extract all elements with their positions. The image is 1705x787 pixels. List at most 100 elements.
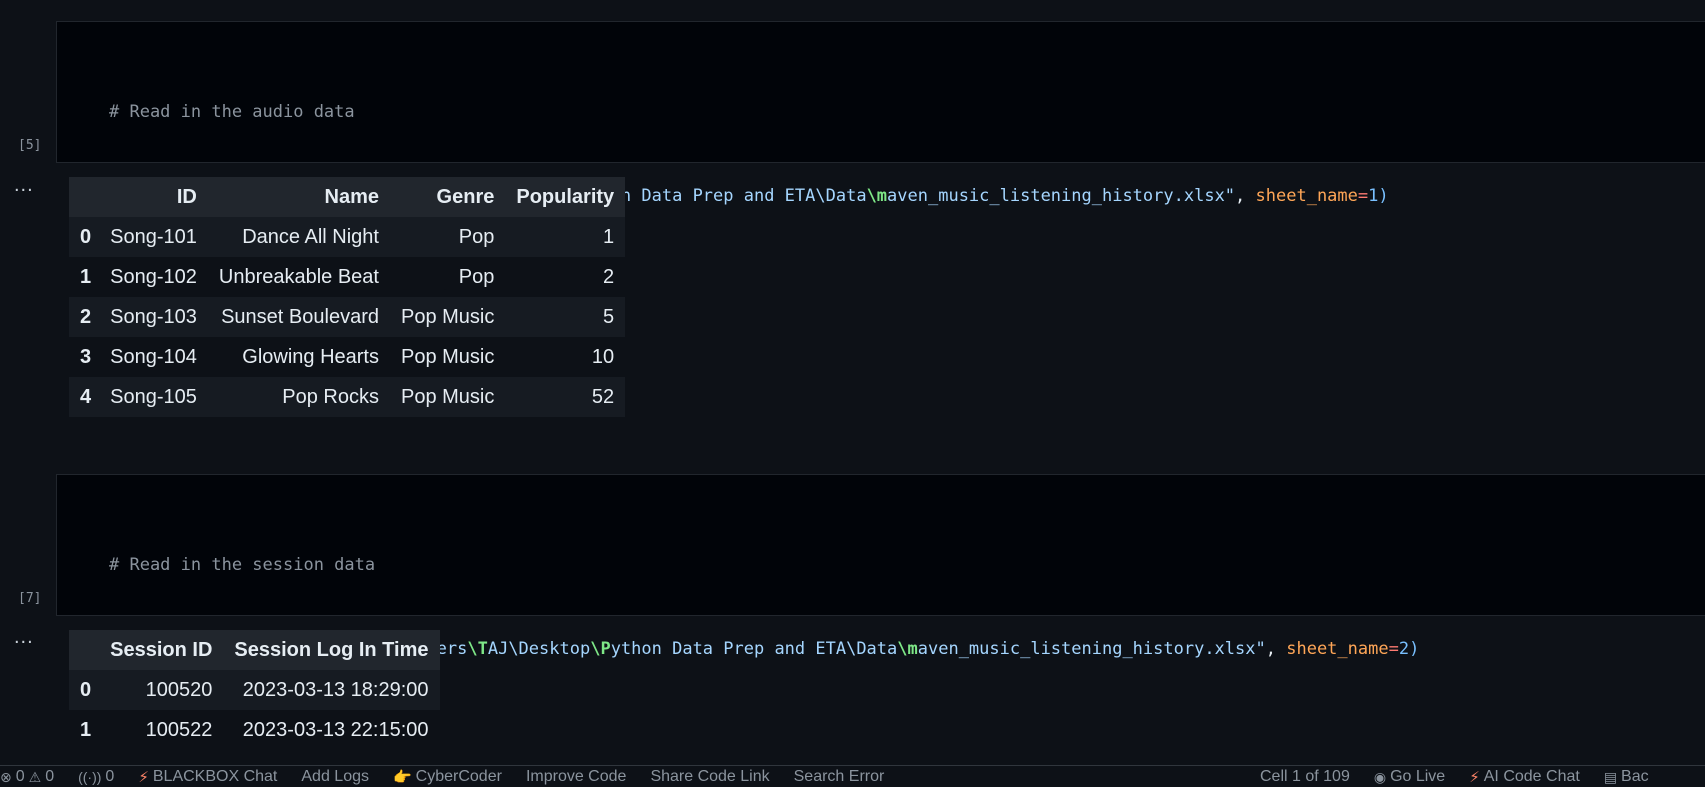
radio-tower-icon: ◉ [1373, 768, 1387, 785]
execution-count: [5] [18, 138, 42, 153]
code-param: sheet_name [1286, 639, 1389, 659]
cell-position[interactable]: Cell 1 of 109 [1260, 768, 1350, 786]
code-param: sheet_name [1255, 186, 1358, 206]
go-live-label: Go Live [1390, 768, 1446, 785]
table-cell: 2023-03-13 22:15:00 [242, 718, 429, 741]
table-cell: Glowing Hearts [242, 345, 379, 368]
code-cell-audio[interactable]: # Read in the audio data audio = pd.read… [56, 21, 1705, 290]
blackbox-chat-button[interactable]: ⚡ BLACKBOX Chat [138, 768, 277, 786]
table-header-row: ID Name Genre Popularity [69, 177, 626, 217]
table-cell: Song-104 [110, 345, 197, 368]
table-header: Popularity [516, 185, 615, 208]
code-string: aven_music_listening_history.xlsx" [917, 639, 1266, 659]
code-comma: , [1265, 639, 1287, 659]
cybercoder-button[interactable]: 👉 CyberCoder [393, 768, 502, 786]
broadcast-icon: ((·)) [78, 769, 102, 785]
table-cell: 10 [591, 345, 615, 368]
table-header: Name [324, 185, 379, 208]
table-cell: Pop Music [400, 345, 495, 368]
code-operator: = [1357, 186, 1369, 206]
code-line-1: # Read in the session data [109, 551, 1419, 579]
status-bar: ⊗ 0 ⚠ 0 ((·)) 0 ⚡ BLACKBOX Chat Add Logs… [0, 765, 1705, 787]
notebook: # Read in the audio data audio = pd.read… [0, 0, 1705, 765]
code-number: 2 [1398, 639, 1410, 659]
table-row: 3 Song-104 Glowing Hearts Pop Music 10 [69, 337, 626, 377]
code-escape: \m [897, 639, 918, 659]
bac-button[interactable]: ▤ Bac [1604, 768, 1649, 786]
table-cell: Unbreakable Beat [218, 265, 379, 288]
blackbox-chat-label: BLACKBOX Chat [152, 768, 278, 785]
bac-label: Bac [1621, 768, 1649, 785]
table-header: ID [176, 185, 197, 208]
code-comment: # Read in the audio data [109, 102, 355, 122]
code-line-1: # Read in the audio data [109, 98, 1389, 126]
table-row: 1 Song-102 Unbreakable Beat Pop 2 [69, 257, 626, 297]
table-cell: 100522 [145, 718, 213, 741]
code-paren: ) [1378, 186, 1389, 206]
table-cell: Song-102 [110, 265, 197, 288]
table-row: 0 Song-101 Dance All Night Pop 1 [69, 217, 626, 257]
row-index: 2 [80, 305, 92, 328]
code-string: ython Data Prep and ETA\Data [610, 639, 898, 659]
table-cell: 2 [603, 265, 615, 288]
table-header: Genre [436, 185, 495, 208]
table-cell: Song-101 [110, 225, 197, 248]
table-header-row: Session ID Session Log In Time [69, 630, 440, 670]
table-cell: 2023-03-13 18:29:00 [242, 678, 429, 701]
table-row: 1 100522 2023-03-13 22:15:00 [69, 710, 440, 750]
ports-count: 0 [105, 768, 115, 785]
code-string: AJ\Desktop [487, 639, 591, 659]
row-index: 0 [80, 678, 92, 701]
lightning-icon: ⚡ [138, 769, 149, 786]
output-menu-icon[interactable]: ... [14, 175, 34, 195]
pointing-hand-icon: 👉 [392, 769, 412, 786]
error-count: 0 [15, 768, 25, 785]
table-cell: Pop [458, 225, 495, 248]
ai-code-chat-label: AI Code Chat [1483, 768, 1580, 785]
table-row: 0 100520 2023-03-13 18:29:00 [69, 670, 440, 710]
code-escape: \T [467, 639, 488, 659]
share-code-link-button[interactable]: Share Code Link [650, 768, 769, 786]
table-cell: Song-105 [110, 385, 197, 408]
code-escape: \P [590, 639, 611, 659]
table-cell: 5 [603, 305, 615, 328]
row-index: 1 [80, 718, 92, 741]
table-cell: Pop [458, 265, 495, 288]
code-operator: = [1388, 639, 1399, 659]
execution-count: [7] [18, 591, 42, 606]
code-escape: \m [866, 186, 888, 206]
table-header: Session ID [110, 638, 213, 661]
row-index: 0 [80, 225, 92, 248]
table-cell: Pop Rocks [282, 385, 379, 408]
code-string: aven_music_listening_history.xlsx" [887, 186, 1236, 206]
code-comment: # Read in the session data [109, 555, 376, 575]
error-circle-icon: ⊗ [0, 768, 12, 785]
table-header-index [69, 630, 99, 670]
go-live-button[interactable]: ◉ Go Live [1374, 768, 1445, 786]
table-row: 4 Song-105 Pop Rocks Pop Music 52 [69, 377, 626, 417]
table-cell: 100520 [145, 678, 213, 701]
status-bar-right: Cell 1 of 109 ◉ Go Live ⚡ AI Code Chat ▤… [1260, 766, 1673, 787]
row-index: 4 [80, 385, 92, 408]
table-cell: Dance All Night [242, 225, 379, 248]
table-cell: Pop Music [400, 305, 495, 328]
table-cell: Sunset Boulevard [221, 305, 379, 328]
table-cell: 52 [591, 385, 615, 408]
code-cell-sessions[interactable]: # Read in the session data sessions = pd… [56, 474, 1705, 743]
document-icon: ▤ [1603, 768, 1618, 785]
table-cell: 1 [603, 225, 615, 248]
code-number: 1 [1368, 186, 1379, 206]
code-comma: , [1235, 186, 1256, 206]
table-row: 2 Song-103 Sunset Boulevard Pop Music 5 [69, 297, 626, 337]
ai-code-chat-button[interactable]: ⚡ AI Code Chat [1469, 768, 1580, 786]
add-logs-button[interactable]: Add Logs [301, 768, 369, 786]
improve-code-button[interactable]: Improve Code [526, 768, 627, 786]
output-menu-icon[interactable]: ... [14, 627, 34, 647]
table-cell: Song-103 [110, 305, 197, 328]
ports-indicator[interactable]: ((·)) 0 [78, 768, 114, 786]
problems-indicator[interactable]: ⊗ 0 ⚠ 0 [0, 768, 54, 786]
search-error-button[interactable]: Search Error [794, 768, 885, 786]
dataframe-output-audio: ID Name Genre Popularity 0 Song-101 Danc… [69, 177, 626, 417]
row-index: 1 [80, 265, 92, 288]
code-paren: ) [1409, 639, 1420, 659]
